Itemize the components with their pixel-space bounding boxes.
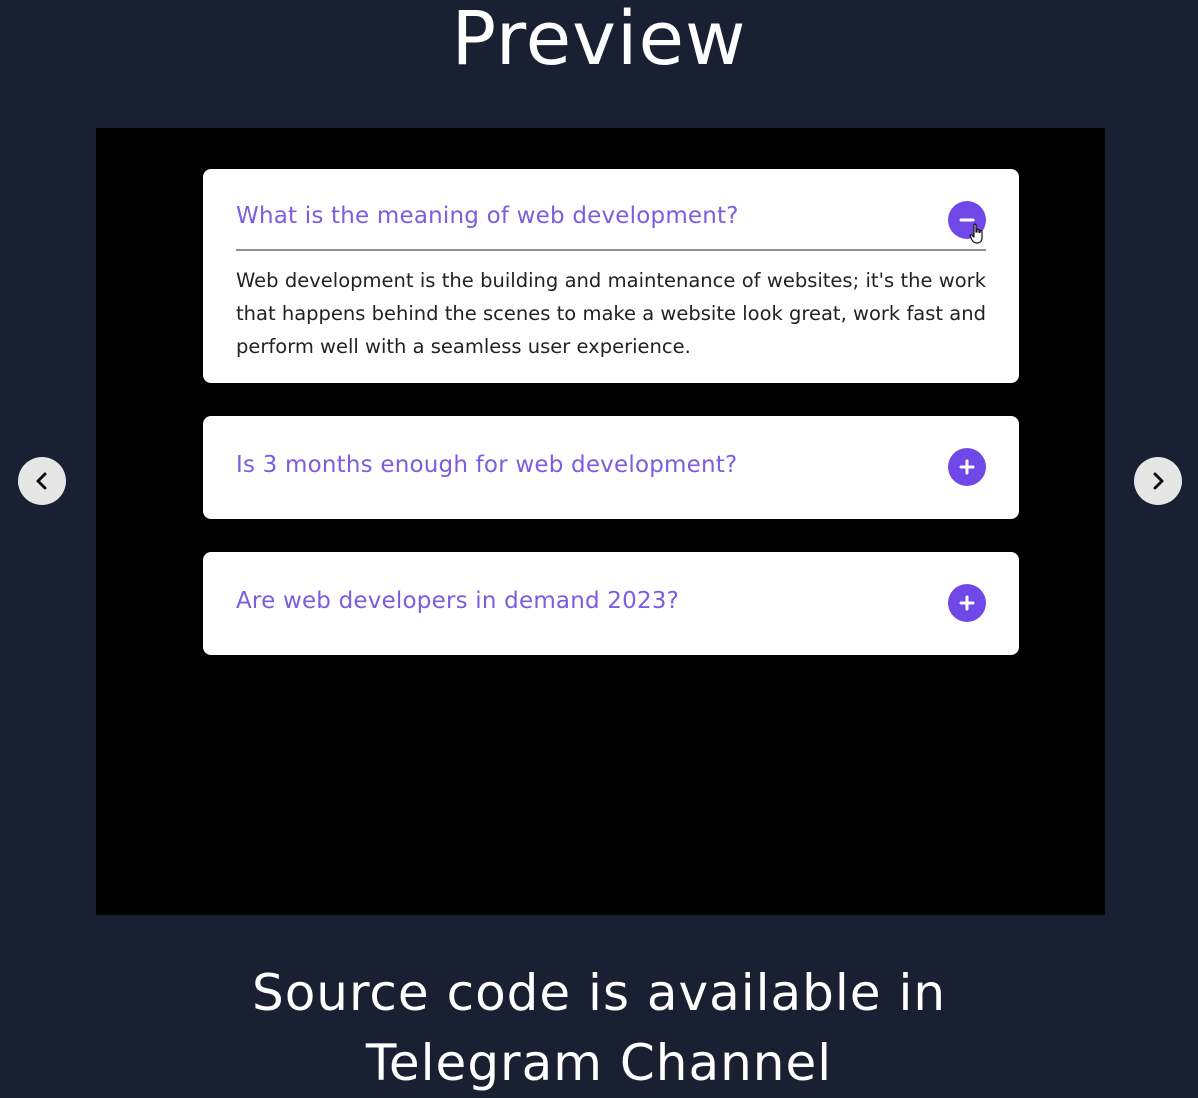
- plus-icon: [959, 595, 975, 611]
- faq-item-3: Are web developers in demand 2023?: [203, 552, 1019, 655]
- hand-cursor-icon: [969, 223, 983, 244]
- faq-answer: Web development is the building and main…: [236, 269, 986, 358]
- expand-toggle-button[interactable]: [948, 448, 986, 486]
- plus-icon: [959, 459, 975, 475]
- preview-frame: What is the meaning of web development? …: [96, 128, 1105, 915]
- footer-line-1: Source code is available in: [251, 964, 947, 1022]
- expand-toggle-button[interactable]: [948, 584, 986, 622]
- faq-question[interactable]: What is the meaning of web development?: [236, 203, 739, 229]
- page-title: Preview: [451, 0, 747, 82]
- faq-question[interactable]: Are web developers in demand 2023?: [236, 588, 679, 614]
- footer-text: Source code is available in Telegram Cha…: [0, 958, 1198, 1098]
- prev-slide-button[interactable]: [18, 457, 66, 505]
- chevron-right-icon: [1153, 472, 1164, 490]
- chevron-left-icon: [36, 472, 47, 490]
- footer-line-2: Telegram Channel: [365, 1034, 833, 1092]
- faq-divider: [236, 249, 986, 251]
- faq-question[interactable]: Is 3 months enough for web development?: [236, 452, 737, 478]
- faq-item-2: Is 3 months enough for web development?: [203, 416, 1019, 519]
- faq-item-1: What is the meaning of web development? …: [203, 169, 1019, 383]
- next-slide-button[interactable]: [1134, 457, 1182, 505]
